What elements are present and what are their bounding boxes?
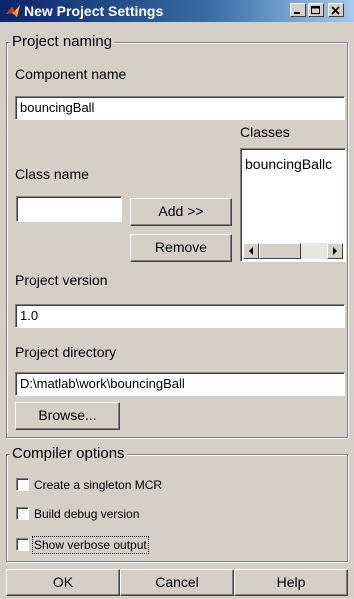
project-directory-field[interactable]: D:\matlab\work\bouncingBall (15, 372, 345, 396)
window-title: New Project Settings (24, 3, 164, 19)
cancel-button[interactable]: Cancel (120, 569, 234, 596)
classes-listbox[interactable]: bouncingBallc (240, 148, 346, 262)
new-project-settings-dialog: New Project Settings Project naming Comp… (0, 0, 354, 599)
class-name-label: Class name (15, 166, 89, 182)
close-icon (331, 6, 340, 15)
help-button[interactable]: Help (234, 569, 348, 596)
verbose-output-label[interactable]: Show verbose output (32, 536, 149, 554)
singleton-mcr-label[interactable]: Create a singleton MCR (34, 478, 162, 492)
minimize-icon (294, 12, 300, 14)
browse-button[interactable]: Browse... (15, 402, 120, 430)
build-debug-checkbox[interactable] (16, 507, 29, 520)
scrollbar-thumb[interactable] (259, 243, 301, 259)
maximize-button[interactable] (308, 3, 324, 17)
close-button[interactable] (328, 3, 344, 17)
arrow-right-icon (333, 247, 337, 255)
maximize-icon (311, 6, 320, 14)
project-directory-label: Project directory (15, 344, 117, 360)
component-name-field[interactable]: bouncingBall (15, 96, 345, 120)
class-name-field[interactable] (16, 196, 122, 222)
build-debug-label[interactable]: Build debug version (34, 507, 139, 521)
remove-button[interactable]: Remove (130, 234, 232, 262)
verbose-output-checkbox[interactable] (16, 538, 29, 551)
minimize-button[interactable] (290, 3, 306, 17)
classes-horizontal-scrollbar[interactable] (243, 243, 343, 259)
ok-button[interactable]: OK (6, 569, 120, 596)
scroll-left-button[interactable] (243, 243, 259, 259)
classes-label: Classes (240, 124, 290, 140)
project-version-label: Project version (15, 272, 108, 288)
add-button[interactable]: Add >> (130, 198, 232, 226)
compiler-options-legend: Compiler options (10, 445, 127, 462)
scroll-right-button[interactable] (327, 243, 343, 259)
classes-list-item[interactable]: bouncingBallc (245, 156, 332, 172)
matlab-icon (6, 5, 20, 17)
title-bar[interactable]: New Project Settings (0, 0, 354, 22)
component-name-label: Component name (15, 66, 127, 82)
singleton-mcr-checkbox[interactable] (16, 478, 29, 491)
arrow-left-icon (249, 247, 253, 255)
project-version-field[interactable]: 1.0 (15, 304, 345, 328)
project-naming-legend: Project naming (10, 33, 115, 50)
